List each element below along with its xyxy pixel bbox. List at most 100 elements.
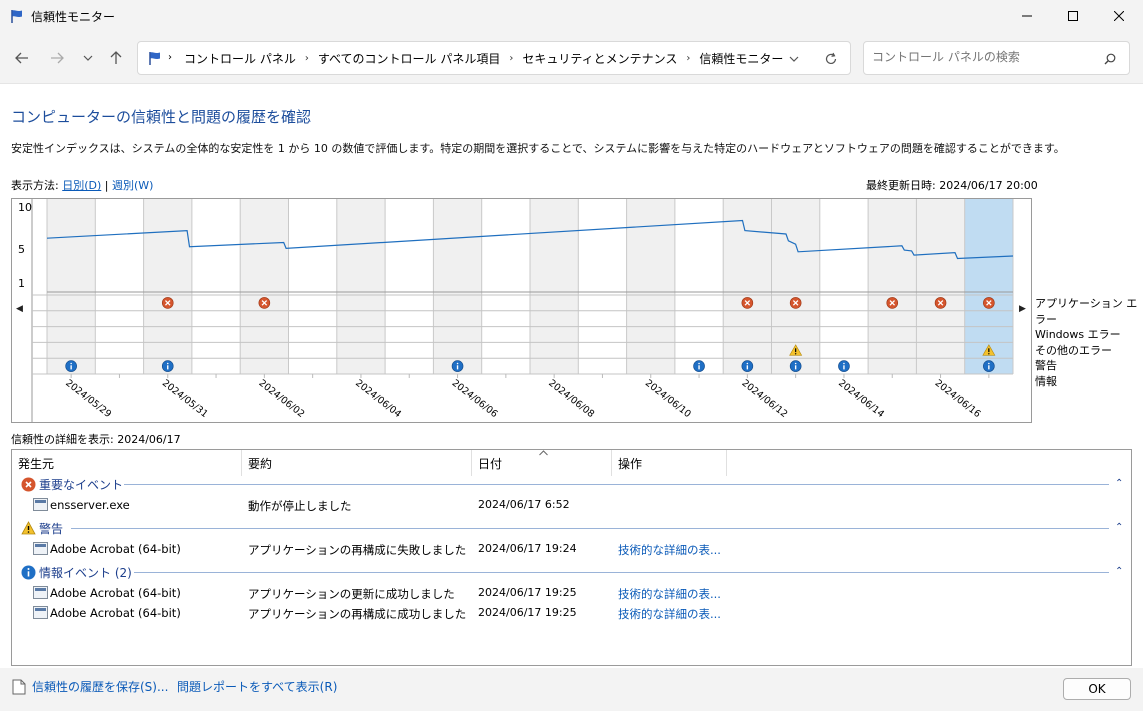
group-divider [134,572,1109,573]
flag-icon [149,52,160,65]
date-label: 2024/06/06 [450,378,500,420]
forward-button[interactable] [45,46,69,70]
breadcrumb-item[interactable]: セキュリティとメンテナンス [522,50,677,67]
view-by-days-link[interactable]: 日別(D) [62,179,101,192]
application-icon [33,586,48,599]
technical-details-link[interactable]: 技術的な詳細の表... [618,542,721,558]
row-date: 2024/06/17 19:25 [478,586,577,599]
save-history-link[interactable]: 信頼性の履歴を保存(S)... [32,678,168,695]
row-label-windows-errors: Windows エラー [1035,328,1121,342]
row-summary: 動作が停止しました [248,499,352,513]
warning-icon [21,521,36,535]
view-by-weeks-link[interactable]: 週別(W) [112,179,153,192]
day-column [336,199,386,374]
save-history: 信頼性の履歴を保存(S)... [12,678,168,695]
reliability-chart[interactable]: 10 5 1 2024/05/29 2024/05/31 2024/06/02 2024/0… [11,198,1032,423]
day-column [433,199,482,374]
table-row[interactable]: Adobe Acrobat (64-bit) アプリケーションの再構成に成功しま… [12,603,1131,623]
row-date: 2024/06/17 6:52 [478,498,570,511]
date-label: 2024/06/16 [933,378,983,420]
view-all-reports-link[interactable]: 問題レポートをすべて表示(R) [177,678,337,695]
up-button[interactable] [104,46,128,70]
day-column [868,199,917,374]
recent-locations-button[interactable] [76,46,100,70]
maximize-icon [1068,11,1078,21]
search-box [863,41,1130,75]
warning-icon-dot [988,353,990,355]
breadcrumb-separator-icon: › [304,53,309,64]
group-warnings[interactable]: 警告 ⌃ [21,519,1123,537]
date-label: 2024/05/31 [160,378,210,420]
row-label-warnings: 警告 [1035,359,1057,373]
breadcrumb-item[interactable]: すべてのコントロール パネル項目 [318,50,501,67]
date-label: 2024/06/08 [546,378,596,420]
column-header-action[interactable]: 操作 [612,450,727,476]
view-by: 表示方法: 日別(D) | 週別(W) [11,177,153,193]
maximize-button[interactable] [1050,0,1096,32]
collapse-icon[interactable]: ⌃ [1115,478,1123,489]
application-icon [33,542,48,555]
row-summary: アプリケーションの再構成に成功しました [248,607,467,621]
date-label: 2024/05/29 [63,378,113,420]
scroll-right-icon[interactable]: ▶ [1019,304,1026,314]
view-by-separator: | [104,179,109,192]
group-title: 警告 [39,521,64,536]
main-content: コンピューターの信頼性と問題の履歴を確認 安定性インデックスは、システムの全体的… [0,84,1143,711]
scroll-left-icon[interactable]: ◀ [16,304,23,314]
group-divider [71,528,1109,529]
row-date: 2024/06/17 19:24 [478,542,577,555]
chart-row-labels: アプリケーション エラー Windows エラー その他のエラー 警告 情報 [1035,296,1143,390]
group-title: 情報イベント (2) [39,565,132,580]
back-arrow-icon [15,52,28,64]
page-description: 安定性インデックスは、システムの全体的な安定性を 1 から 10 の数値で評価し… [11,142,1065,155]
date-label: 2024/06/12 [740,378,790,420]
table-row[interactable]: ensserver.exe 動作が停止しました 2024/06/17 6:52 [12,495,1131,515]
details-label: 信頼性の詳細を表示: 2024/06/17 [11,433,181,446]
view-by-label: 表示方法: [11,179,59,192]
day-column [143,199,192,374]
row-date: 2024/06/17 19:25 [478,606,577,619]
table-row[interactable]: Adobe Acrobat (64-bit) アプリケーションの再構成に失敗しま… [12,539,1131,559]
row-source: Adobe Acrobat (64-bit) [50,606,181,620]
back-button[interactable] [10,46,34,70]
search-icon[interactable] [1104,53,1116,65]
date-label: 2024/06/14 [836,378,886,420]
collapse-icon[interactable]: ⌃ [1115,522,1123,533]
day-column [240,199,289,374]
group-critical-events[interactable]: 重要なイベント ⌃ [21,475,1123,493]
technical-details-link[interactable]: 技術的な詳細の表... [618,586,721,602]
chevron-down-icon[interactable] [789,56,799,62]
minimize-icon [1022,15,1032,17]
info-icon-dot [988,362,990,365]
group-divider [124,484,1109,485]
minimize-button[interactable] [1004,0,1050,32]
close-icon [1114,11,1124,21]
search-input[interactable] [872,50,1092,64]
breadcrumb-item[interactable]: コントロール パネル [184,50,296,67]
document-icon [12,679,26,694]
y-tick-label: 5 [18,243,25,256]
info-icon-dot [843,362,845,365]
last-updated: 最終更新日時: 2024/06/17 20:00 [866,179,1038,192]
info-icon-dot [456,362,459,365]
row-label-other-errors: その他のエラー [1035,343,1112,357]
warning-icon-dot [794,353,797,355]
group-information-events[interactable]: 情報イベント (2) ⌃ [21,563,1123,581]
close-button[interactable] [1096,0,1142,32]
address-bar[interactable]: › コントロール パネル › すべてのコントロール パネル項目 › セキュリティ… [137,41,851,75]
refresh-icon[interactable] [824,52,838,66]
ok-button[interactable]: OK [1063,678,1131,700]
up-arrow-icon [110,51,122,64]
column-header-source[interactable]: 発生元 [12,450,242,476]
details-list: 発生元 要約 日付 操作 重要なイベント ⌃ ensserver.exe 動作が… [11,449,1132,666]
collapse-icon[interactable]: ⌃ [1115,566,1123,577]
table-row[interactable]: Adobe Acrobat (64-bit) アプリケーションの更新に成功しまし… [12,583,1131,603]
day-column [916,199,965,374]
technical-details-link[interactable]: 技術的な詳細の表... [618,606,721,622]
column-header-summary[interactable]: 要約 [242,450,472,476]
flag-icon [11,10,22,23]
breadcrumb-separator-icon: › [686,53,691,64]
breadcrumb-item[interactable]: 信頼性モニター [699,50,783,67]
info-icon-dot [70,362,72,365]
day-column [530,199,579,374]
